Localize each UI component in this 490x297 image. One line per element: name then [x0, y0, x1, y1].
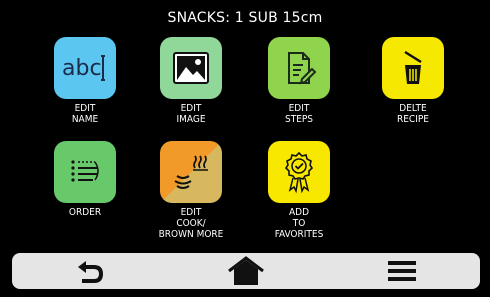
- tile-label: EDIT IMAGE: [176, 103, 206, 125]
- edit-document-icon: [268, 37, 330, 99]
- list-order-icon: [54, 141, 116, 203]
- svg-text:abc: abc: [62, 56, 102, 81]
- page-title: SNACKS: 1 SUB 15cm: [167, 10, 323, 26]
- home-button[interactable]: [216, 255, 276, 287]
- tile-label: EDIT STEPS: [284, 103, 314, 125]
- tile-label: EDIT NAME: [71, 103, 99, 125]
- order-tile[interactable]: ORDER: [35, 141, 135, 218]
- image-icon: [160, 37, 222, 99]
- tile-label: ADD TO FAVORITES: [274, 207, 324, 240]
- tile-label: EDIT COOK/ BROWN MORE: [158, 207, 224, 240]
- edit-name-tile[interactable]: abc EDIT NAME: [35, 37, 135, 125]
- award-ribbon-icon: [268, 141, 330, 203]
- hamburger-menu-icon: [388, 261, 416, 281]
- home-icon: [228, 256, 264, 285]
- text-cursor-icon: abc: [54, 37, 116, 99]
- add-to-favorites-tile[interactable]: ADD TO FAVORITES: [249, 141, 349, 240]
- back-button[interactable]: [60, 255, 120, 287]
- tile-label: ORDER: [68, 207, 102, 218]
- trash-icon: [382, 37, 444, 99]
- bottom-nav-bar: [12, 253, 480, 289]
- heat-icon: [160, 141, 222, 203]
- back-arrow-icon: [78, 261, 104, 283]
- menu-button[interactable]: [372, 255, 432, 287]
- edit-steps-tile[interactable]: EDIT STEPS: [249, 37, 349, 125]
- app-screen: SNACKS: 1 SUB 15cm abc EDIT NAME EDIT IM…: [0, 0, 490, 297]
- tile-label: DELTE RECIPE: [397, 103, 429, 125]
- delete-recipe-tile[interactable]: DELTE RECIPE: [363, 37, 463, 125]
- edit-cook-brown-more-tile[interactable]: EDIT COOK/ BROWN MORE: [141, 141, 241, 240]
- edit-image-tile[interactable]: EDIT IMAGE: [141, 37, 241, 125]
